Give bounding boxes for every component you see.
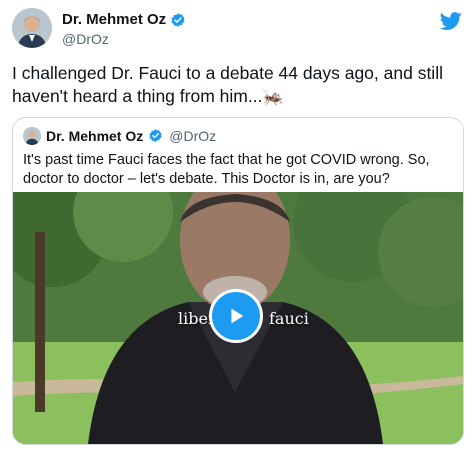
author-name-row[interactable]: Dr. Mehmet Oz [62, 11, 186, 28]
twitter-bird-icon[interactable] [439, 10, 462, 32]
quoted-header: Dr. Mehmet Oz @DrOz [23, 127, 216, 145]
quoted-author-handle[interactable]: @DrOz [169, 128, 216, 144]
quoted-author-name[interactable]: Dr. Mehmet Oz [46, 128, 143, 144]
play-icon [225, 305, 247, 327]
avatar[interactable] [12, 8, 52, 48]
video-thumbnail[interactable]: liber fauci [13, 192, 463, 444]
author-handle[interactable]: @DrOz [62, 31, 109, 47]
play-button[interactable] [209, 289, 263, 343]
quoted-text: It's past time Fauci faces the fact that… [23, 152, 430, 187]
video-caption-right: fauci [269, 309, 309, 328]
verified-badge-icon [148, 128, 164, 144]
verified-badge-icon [170, 12, 186, 28]
tweet-text: I challenged Dr. Fauci to a debate 44 da… [12, 63, 443, 106]
tweet-card: Dr. Mehmet Oz @DrOz I challenged Dr. Fau… [0, 0, 474, 452]
quoted-avatar[interactable] [23, 127, 41, 145]
author-name[interactable]: Dr. Mehmet Oz [62, 11, 166, 28]
quoted-tweet[interactable]: Dr. Mehmet Oz @DrOz It's past time Fauci… [12, 117, 464, 445]
